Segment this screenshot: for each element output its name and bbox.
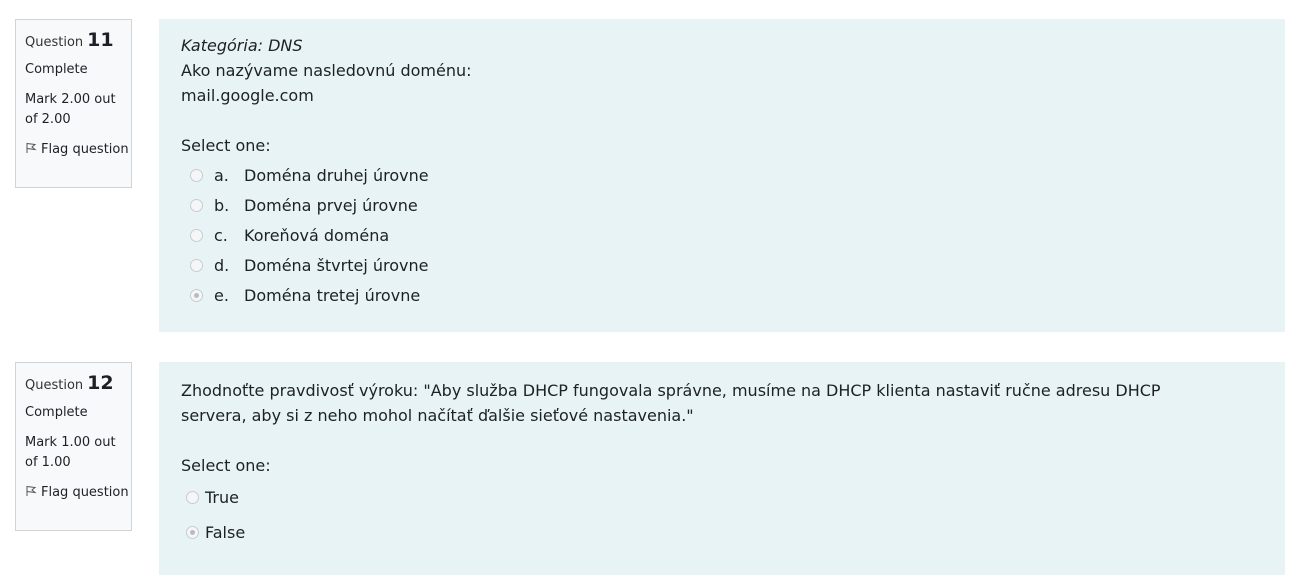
question-info: Question 12 Complete Mark 1.00 out of 1.…: [15, 362, 132, 531]
question-info: Question 11 Complete Mark 2.00 out of 2.…: [15, 19, 132, 188]
flag-icon: [26, 143, 37, 153]
flag-icon: [26, 486, 37, 496]
answer-option-false[interactable]: False: [181, 515, 1263, 550]
question-grade: Mark 2.00 out of 2.00: [25, 92, 116, 127]
answer-option[interactable]: a. Doména druhej úrovne: [181, 160, 1263, 190]
question-text: Ako nazývame nasledovnú doménu:: [181, 61, 472, 80]
radio-button[interactable]: [190, 258, 203, 272]
option-letter: b.: [214, 195, 230, 215]
option-text: Doména tretej úrovne: [244, 285, 421, 305]
question-number: Question 11: [25, 30, 131, 54]
answer-options: a. Doména druhej úrovne b. Doména prvej …: [181, 160, 1263, 310]
option-letter: e.: [214, 285, 229, 305]
option-text: Doména štvrtej úrovne: [244, 255, 429, 275]
radio-button[interactable]: [190, 228, 203, 242]
flag-label: Flag question: [41, 485, 129, 500]
select-one-prompt: Select one:: [181, 456, 271, 475]
radio-button-selected[interactable]: [190, 288, 203, 302]
flag-label: Flag question: [41, 142, 129, 157]
question-label: Question: [25, 378, 84, 393]
question-grade: Mark 1.00 out of 1.00: [25, 435, 116, 470]
question-text: Zhodnoťte pravdivosť výroku: "Aby služba…: [181, 381, 1161, 425]
option-letter: c.: [214, 225, 228, 245]
question-domain: mail.google.com: [181, 86, 314, 105]
radio-button[interactable]: [186, 491, 199, 504]
option-letter: a.: [214, 165, 229, 185]
question-number-value: 11: [87, 29, 114, 51]
flag-question-link[interactable]: Flag question: [25, 483, 131, 503]
question-category: Kategória: DNS: [181, 36, 303, 55]
option-text: True: [205, 488, 239, 507]
answer-option[interactable]: e. Doména tretej úrovne: [181, 280, 1263, 310]
option-letter: d.: [214, 255, 230, 275]
answer-option[interactable]: c. Koreňová doména: [181, 220, 1263, 250]
option-text: Koreňová doména: [244, 225, 390, 245]
answer-option-true[interactable]: True: [181, 480, 1263, 515]
radio-button[interactable]: [190, 168, 203, 182]
radio-button[interactable]: [190, 198, 203, 212]
question-content: Zhodnoťte pravdivosť výroku: "Aby služba…: [159, 362, 1285, 575]
question-state: Complete: [25, 405, 88, 420]
question-content: Kategória: DNS Ako nazývame nasledovnú d…: [159, 19, 1285, 332]
answer-option[interactable]: d. Doména štvrtej úrovne: [181, 250, 1263, 280]
option-text: Doména prvej úrovne: [244, 195, 418, 215]
option-text: Doména druhej úrovne: [244, 165, 429, 185]
flag-question-link[interactable]: Flag question: [25, 140, 131, 160]
question-label: Question: [25, 35, 84, 50]
option-text: False: [205, 523, 246, 542]
question-number-value: 12: [87, 372, 114, 394]
question-number: Question 12: [25, 373, 131, 397]
question-state: Complete: [25, 62, 88, 77]
answer-option[interactable]: b. Doména prvej úrovne: [181, 190, 1263, 220]
select-one-prompt: Select one:: [181, 136, 271, 155]
radio-button-selected[interactable]: [186, 526, 199, 539]
answer-options: True False: [181, 480, 1263, 550]
